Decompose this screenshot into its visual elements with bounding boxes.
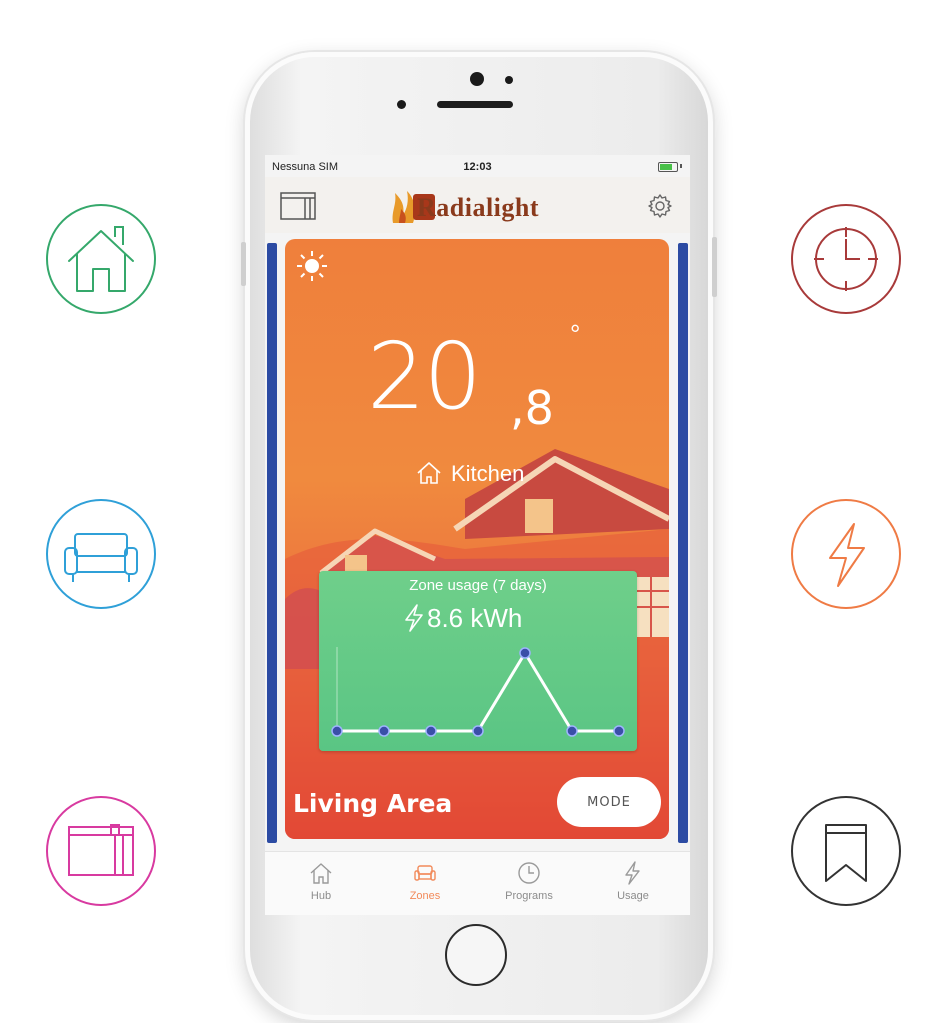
tab-zones[interactable]: Zones: [385, 856, 465, 912]
battery-tip: [680, 164, 682, 168]
home-button[interactable]: [445, 924, 507, 986]
bolt-icon: [625, 861, 640, 885]
sidebar-panel-icon[interactable]: [279, 190, 319, 222]
tab-bar: Hub Zones Programs Usage: [265, 851, 690, 915]
volume-button: [241, 242, 246, 286]
usage-title: Zone usage (7 days): [409, 577, 547, 594]
proximity-sensor: [505, 76, 513, 84]
app-header: Radialight: [265, 177, 690, 233]
mode-button[interactable]: MODE: [557, 777, 661, 827]
room-name: Kitchen: [451, 461, 525, 486]
usage-data-point: [378, 725, 390, 737]
zone-card: 20 ,8 ° Kitchen Zone usage (7 days) 8.6 …: [285, 239, 669, 839]
tab-label: Programs: [505, 890, 553, 902]
temperature-value: 20: [367, 323, 482, 430]
tab-label: Hub: [310, 890, 332, 902]
usage-data-point: [425, 725, 437, 737]
house-icon: [417, 462, 441, 484]
bookmark-icon: [790, 795, 902, 907]
house-icon: [45, 203, 157, 315]
battery-icon: [658, 162, 678, 172]
zone-usage-panel[interactable]: Zone usage (7 days) 8.6 kWh: [319, 571, 637, 751]
area-name: Living Area: [293, 789, 453, 818]
clock-icon: [790, 203, 902, 315]
tab-usage[interactable]: Usage: [593, 856, 673, 912]
bolt-icon: [790, 498, 902, 610]
gear-icon[interactable]: [646, 192, 674, 220]
temperature-unit: °: [570, 319, 581, 349]
usage-data-point: [613, 725, 625, 737]
usage-series-line: [337, 651, 619, 733]
sofa-icon: [45, 498, 157, 610]
tab-label: Zones: [409, 890, 441, 902]
phone-screen: Nessuna SIM 12:03 Radialight 20 ,8 ° Kit…: [265, 155, 690, 915]
status-time: 12:03: [463, 161, 492, 173]
clock-icon: [518, 862, 540, 884]
usage-data-point: [519, 647, 531, 659]
previous-zone-edge[interactable]: [267, 243, 277, 843]
temperature-decimal: ,8: [510, 381, 554, 435]
usage-value: 8.6 kWh: [427, 603, 523, 633]
tab-programs[interactable]: Programs: [489, 856, 569, 912]
usage-data-point: [472, 725, 484, 737]
status-bar: Nessuna SIM 12:03: [265, 155, 690, 177]
front-camera-lens: [397, 100, 406, 109]
battery-level: [660, 164, 672, 170]
usage-line-chart: [331, 647, 625, 737]
power-button: [712, 237, 717, 297]
logo-text: Radialight: [417, 193, 540, 222]
brand-logo: Radialight: [387, 187, 572, 225]
tab-hub[interactable]: Hub: [281, 856, 361, 912]
bolt-icon: [405, 604, 423, 632]
sidebar-panel-icon: [45, 795, 157, 907]
front-camera: [470, 72, 484, 86]
next-zone-edge[interactable]: [678, 243, 688, 843]
house-icon: [310, 863, 332, 884]
usage-data-point: [566, 725, 578, 737]
sun-icon: [297, 251, 327, 281]
earpiece-speaker: [437, 101, 513, 108]
tab-label: Usage: [617, 890, 649, 902]
usage-data-point: [331, 725, 343, 737]
sofa-icon: [414, 865, 436, 881]
